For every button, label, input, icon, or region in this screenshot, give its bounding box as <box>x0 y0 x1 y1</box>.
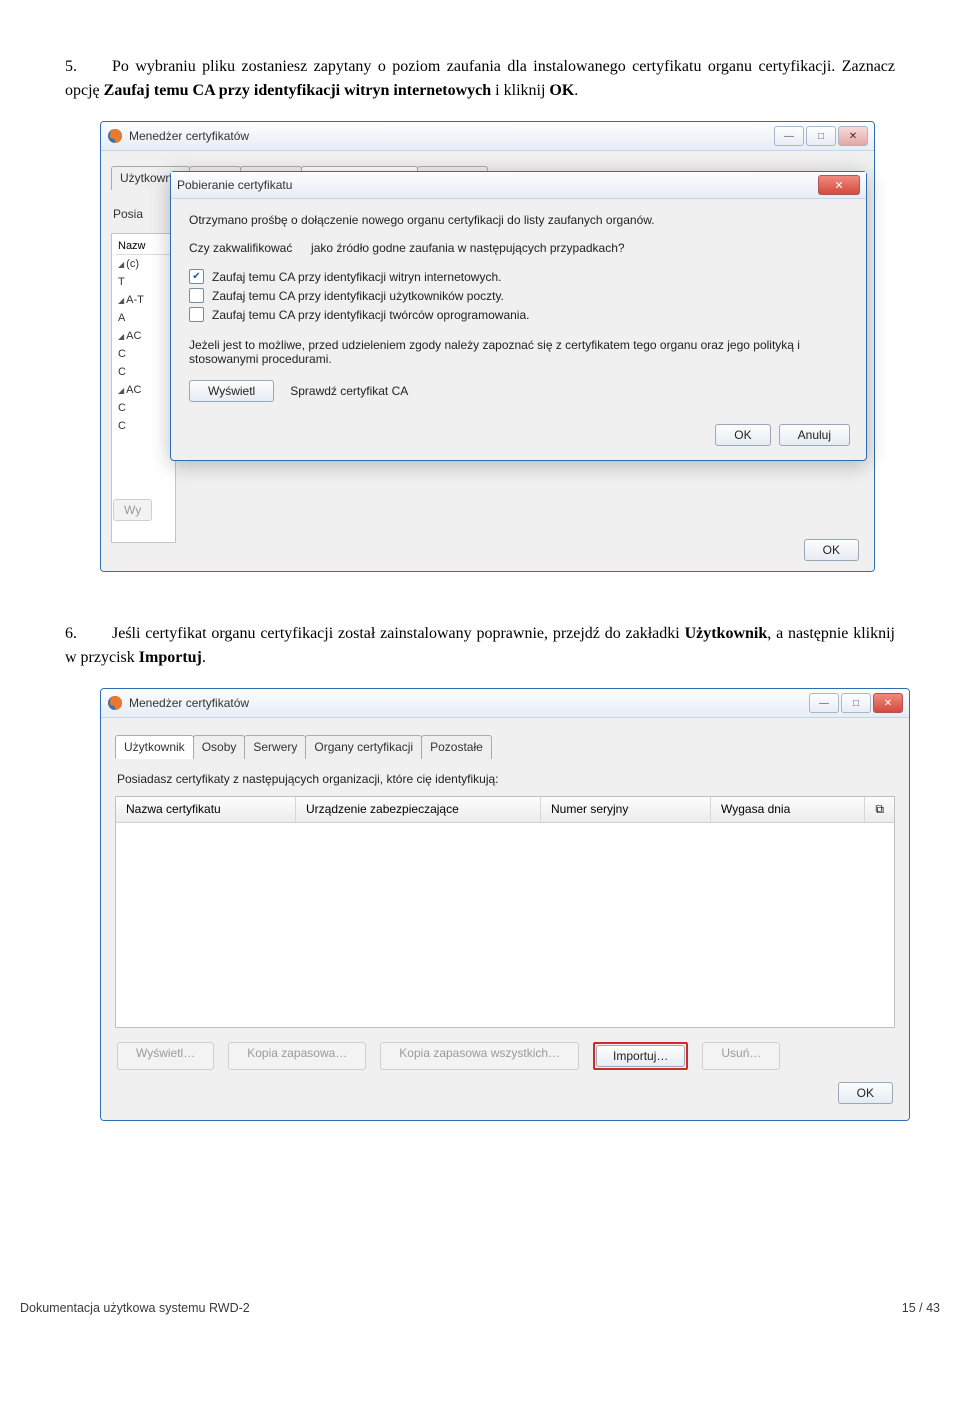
close-button[interactable]: ✕ <box>838 126 868 146</box>
cert-manager-tabs-2: Użytkownik Osoby Serwery Organy certyfik… <box>115 734 895 758</box>
list-header-nazwa: Nazw <box>116 238 171 255</box>
backup-button: Kopia zapasowa… <box>228 1042 366 1070</box>
window-controls: — □ ✕ <box>774 126 868 146</box>
delete-button: Usuń… <box>702 1042 780 1070</box>
col-cert-name[interactable]: Nazwa certyfikatu <box>116 797 296 822</box>
checkbox-websites[interactable] <box>189 269 204 284</box>
checkbox-websites-label: Zaufaj temu CA przy identyfikacji witryn… <box>212 270 501 284</box>
cert-manager-titlebar-2: Menedżer certyfikatów — □ ✕ <box>101 689 909 718</box>
list-item[interactable]: A <box>116 309 171 327</box>
checkbox-row-email[interactable]: Zaufaj temu CA przy identyfikacji użytko… <box>189 288 848 303</box>
dialog-title: Pobieranie certyfikatu <box>177 178 818 192</box>
dialog-line1: Otrzymano prośbę o dołączenie nowego org… <box>189 213 848 227</box>
checkbox-row-websites[interactable]: Zaufaj temu CA przy identyfikacji witryn… <box>189 269 848 284</box>
screenshot-cert-manager-user-tab: Menedżer certyfikatów — □ ✕ Użytkownik O… <box>100 688 910 1121</box>
checkbox-email[interactable] <box>189 288 204 303</box>
cert-list-fragment: Nazw (c) T A-T A AC C C AC C C <box>111 233 176 543</box>
close-button[interactable]: ✕ <box>873 693 903 713</box>
download-cert-dialog: Pobieranie certyfikatu ✕ Otrzymano prośb… <box>170 171 867 461</box>
col-security-device[interactable]: Urządzenie zabezpieczające <box>296 797 541 822</box>
backup-all-button: Kopia zapasowa wszystkich… <box>380 1042 579 1070</box>
firefox-icon <box>107 695 123 711</box>
wy-button-fragment: Wy <box>113 499 152 521</box>
tab-osoby[interactable]: Osoby <box>193 735 246 759</box>
checkbox-software-label: Zaufaj temu CA przy identyfikacji twórcó… <box>212 308 529 322</box>
user-cert-table-header: Nazwa certyfikatu Urządzenie zabezpiecza… <box>116 797 894 823</box>
view-cert-button[interactable]: Wyświetl <box>189 380 274 402</box>
step5-number: 5. <box>65 58 112 75</box>
dialog-titlebar: Pobieranie certyfikatu ✕ <box>171 172 866 199</box>
checkbox-row-software[interactable]: Zaufaj temu CA przy identyfikacji twórcó… <box>189 307 848 322</box>
tab-pozostale[interactable]: Pozostałe <box>421 735 492 759</box>
window-controls-2: — □ ✕ <box>809 693 903 713</box>
step5-paragraph: 5.Po wybraniu pliku zostaniesz zapytany … <box>65 55 895 103</box>
col-serial-number[interactable]: Numer seryjny <box>541 797 711 822</box>
cert-manager-title: Menedżer certyfikatów <box>129 129 774 143</box>
maximize-button[interactable]: □ <box>806 126 836 146</box>
minimize-button[interactable]: — <box>809 693 839 713</box>
view-button: Wyświetl… <box>117 1042 214 1070</box>
cert-manager-ok-button-2[interactable]: OK <box>838 1082 893 1104</box>
footer-doc-title: Dokumentacja użytkowa systemu RWD-2 <box>20 1301 250 1315</box>
minimize-button[interactable]: — <box>774 126 804 146</box>
screenshot-cert-manager-with-dialog: Menedżer certyfikatów — □ ✕ Użytkownik O… <box>100 121 875 572</box>
col-expires[interactable]: Wygasa dnia <box>711 797 865 822</box>
page-footer: Dokumentacja użytkowa systemu RWD-2 15 /… <box>0 1301 960 1335</box>
tab-uzytkownik[interactable]: Użytkownik <box>115 735 194 759</box>
step6-paragraph: 6.Jeśli certyfikat organu certyfikacji z… <box>65 622 895 670</box>
dialog-close-button[interactable]: ✕ <box>818 175 860 195</box>
list-item[interactable]: C <box>116 399 171 417</box>
list-item[interactable]: (c) <box>116 255 171 273</box>
cert-manager-titlebar: Menedżer certyfikatów — □ ✕ <box>101 122 874 151</box>
firefox-icon <box>107 128 123 144</box>
user-tab-button-bar: Wyświetl… Kopia zapasowa… Kopia zapasowa… <box>115 1042 895 1070</box>
maximize-button[interactable]: □ <box>841 693 871 713</box>
checkbox-software[interactable] <box>189 307 204 322</box>
list-item[interactable]: T <box>116 273 171 291</box>
tab-serwery[interactable]: Serwery <box>244 735 306 759</box>
list-item[interactable]: C <box>116 345 171 363</box>
list-item[interactable]: C <box>116 363 171 381</box>
import-button[interactable]: Importuj… <box>596 1045 685 1067</box>
dialog-line2: Czy zakwalifikować jako źródło godne zau… <box>189 241 848 255</box>
dialog-ok-button[interactable]: OK <box>715 424 770 446</box>
import-button-highlight: Importuj… <box>593 1042 688 1070</box>
verify-ca-label: Sprawdź certyfikat CA <box>290 384 408 398</box>
checkbox-email-label: Zaufaj temu CA przy identyfikacji użytko… <box>212 289 504 303</box>
cert-manager-window-2: Menedżer certyfikatów — □ ✕ Użytkownik O… <box>100 688 910 1121</box>
list-item[interactable]: C <box>116 417 171 435</box>
user-cert-table: Nazwa certyfikatu Urządzenie zabezpiecza… <box>115 796 895 1028</box>
step6-number: 6. <box>65 625 112 642</box>
dialog-cancel-button[interactable]: Anuluj <box>779 424 850 446</box>
cert-manager-title-2: Menedżer certyfikatów <box>129 696 809 710</box>
list-item[interactable]: A-T <box>116 291 171 309</box>
footer-page-number: 15 / 43 <box>902 1301 940 1315</box>
dialog-note: Jeżeli jest to możliwe, przed udzielenie… <box>189 338 848 366</box>
tab-organy-certyfikacji[interactable]: Organy certyfikacji <box>305 735 422 759</box>
list-item[interactable]: AC <box>116 327 171 345</box>
user-tab-info-text: Posiadasz certyfikaty z następujących or… <box>117 772 893 786</box>
list-item[interactable]: AC <box>116 381 171 399</box>
column-picker-icon[interactable]: ⧉ <box>865 797 894 822</box>
cert-manager-ok-button[interactable]: OK <box>804 539 859 561</box>
